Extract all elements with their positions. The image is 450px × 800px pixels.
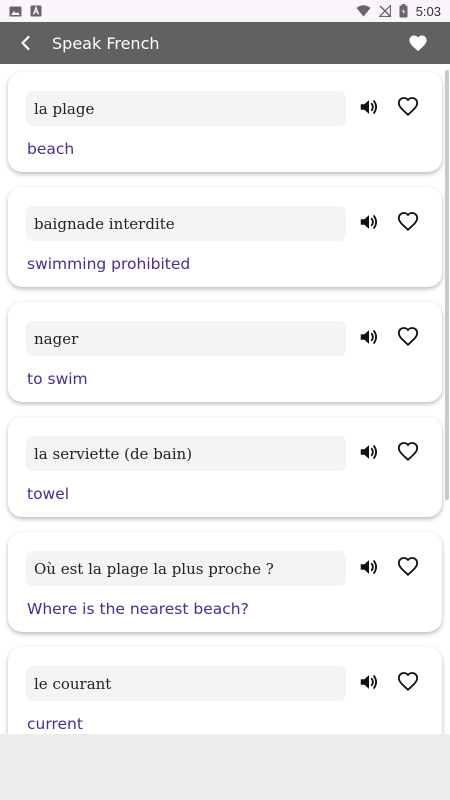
favorite-button[interactable] [397,441,419,463]
phrase-card: Où est la plage la plus proche ? Where i… [8,532,442,632]
heart-outline-icon [397,97,419,117]
phrase-card: nager to swim [8,302,442,402]
heart-outline-icon [397,327,419,347]
translation-text: towel [27,485,70,503]
translation-text: beach [27,140,75,158]
favorite-button[interactable] [397,96,419,118]
favorite-button[interactable] [397,671,419,693]
phrase-text: la serviette (de bain) [26,436,346,471]
battery-icon [399,4,408,18]
heart-filled-icon [409,35,427,52]
page-title: Speak French [52,33,160,53]
speak-button[interactable] [358,556,380,578]
speaker-icon [360,100,378,114]
status-time: 5:03 [415,3,441,19]
phrase-text: Où est la plage la plus proche ? [26,551,346,586]
phrase-text: le courant [26,666,346,701]
image-icon [9,6,22,16]
translation-text: swimming prohibited [27,255,191,273]
phrase-card: le courant current [8,647,442,734]
phrase-card: la serviette (de bain) towel [8,417,442,517]
heart-outline-icon [397,557,419,577]
favorite-button[interactable] [397,211,419,233]
translation-text: to swim [27,370,88,388]
phrase-card: baignade interdite swimming prohibited [8,187,442,287]
speaker-icon [360,445,378,459]
wifi-icon [356,5,371,17]
heart-outline-icon [397,442,419,462]
speak-button[interactable] [358,96,380,118]
heart-outline-icon [397,672,419,692]
speak-button[interactable] [358,671,380,693]
speak-button[interactable] [358,211,380,233]
phrase-list[interactable]: la plage beach baignade interdite swimmi… [0,64,450,734]
phrase-text: baignade interdite [26,206,346,241]
chevron-left-icon [21,35,30,51]
text-icon [30,5,42,17]
favorites-button[interactable] [398,22,438,64]
phrase-text: nager [26,321,346,356]
speaker-icon [360,215,378,229]
phrase-card: la plage beach [8,72,442,172]
speaker-icon [360,560,378,574]
translation-text: current [27,715,83,733]
scrollbar[interactable] [445,70,449,500]
heart-outline-icon [397,212,419,232]
speaker-icon [360,330,378,344]
app-bar: Speak French [0,22,450,64]
speak-button[interactable] [358,326,380,348]
speak-button[interactable] [358,441,380,463]
no-signal-icon [378,5,391,17]
favorite-button[interactable] [397,556,419,578]
favorite-button[interactable] [397,326,419,348]
back-button[interactable] [6,22,46,64]
speaker-icon [360,675,378,689]
translation-text: Where is the nearest beach? [27,600,249,618]
phrase-text: la plage [26,91,346,126]
bottom-area [0,734,450,800]
status-bar: 5:03 [0,0,450,22]
